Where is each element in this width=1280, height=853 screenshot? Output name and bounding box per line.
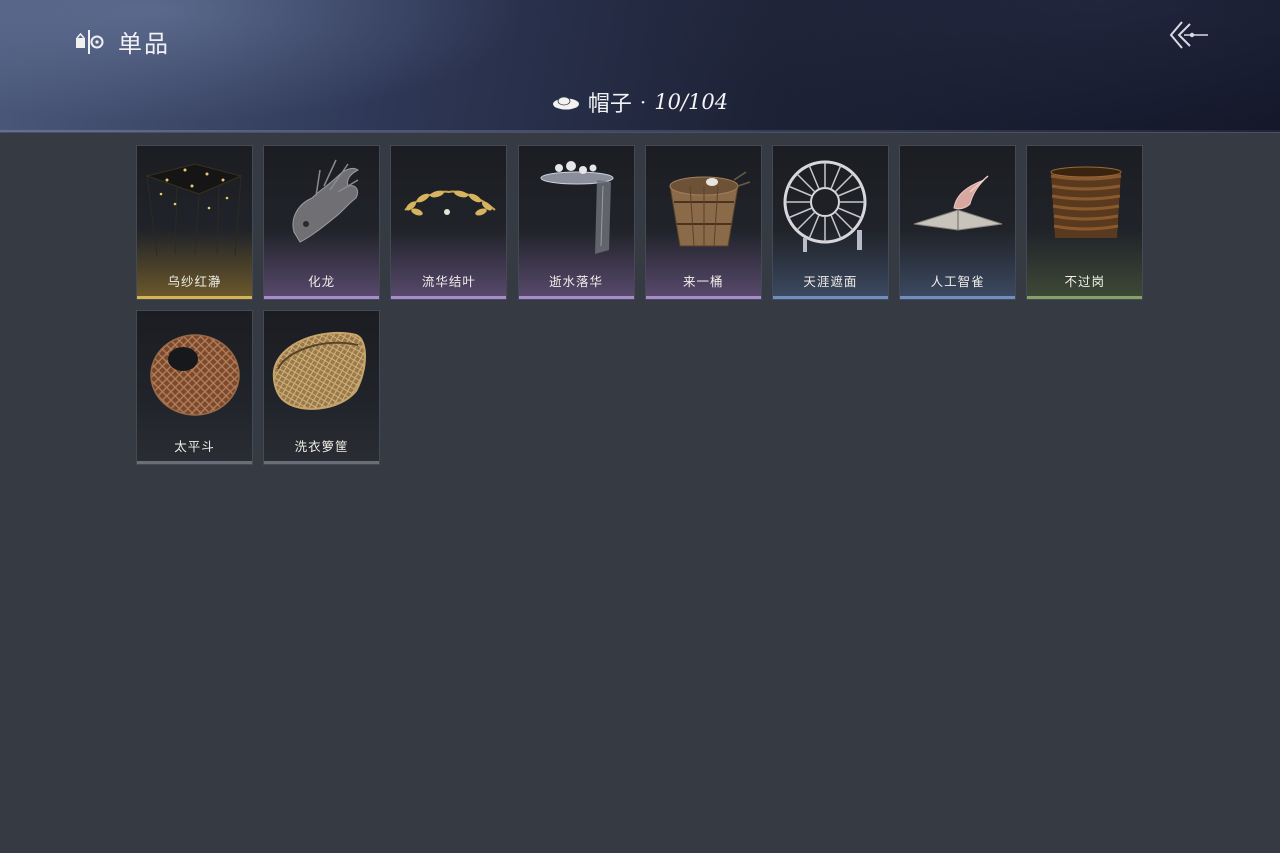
category-name: 帽子 <box>587 92 632 117</box>
item-card-lai-yitong[interactable]: 来一桶 <box>644 145 762 300</box>
category-heading: 帽子 · 10/104 <box>0 86 1280 118</box>
item-card-xiyi-luokuang[interactable]: 洗衣箩筐 <box>263 310 381 465</box>
item-card-taiping-dou[interactable]: 太平斗 <box>136 310 253 465</box>
item-label: 天涯遮面 <box>803 274 858 289</box>
woven-basket-hat-image <box>150 334 240 416</box>
item-label: 流华结叶 <box>421 274 476 289</box>
item-label: 乌纱红瀞 <box>167 274 222 289</box>
dragon-headpiece-image <box>292 159 360 243</box>
item-label: 洗衣箩筐 <box>294 439 349 454</box>
stacked-bowls-hat-image <box>1050 166 1122 238</box>
item-card-liuhua-jieye[interactable]: 流华结叶 <box>390 145 508 300</box>
item-card-wusha-hongjing[interactable]: 乌纱红瀞 <box>136 145 253 300</box>
category-count: 10/104 <box>654 90 729 114</box>
hat-icon <box>552 96 579 110</box>
black-gauze-hat-image <box>145 163 243 257</box>
item-grid: 乌纱红瀞 化龙 流华结叶 逝水落华 来一桶 天涯遮面 人工智雀 不过岗 太平斗 … <box>136 145 1144 465</box>
item-card-hualong[interactable]: 化龙 <box>263 145 381 300</box>
item-label: 化龙 <box>308 274 336 289</box>
category-separator: · <box>639 90 647 114</box>
item-card-buguo-gang[interactable]: 不过岗 <box>1026 145 1144 300</box>
wardrobe-icon <box>76 29 104 54</box>
laundry-basket-hat-image <box>272 331 367 410</box>
golden-leaf-crown-image <box>404 190 497 216</box>
item-card-rengong-zhique[interactable]: 人工智雀 <box>899 145 1017 300</box>
spoked-veil-hat-image <box>783 160 867 252</box>
page-title: 单品 <box>118 30 170 58</box>
back-arrow-icon[interactable] <box>1166 18 1212 52</box>
item-label: 人工智雀 <box>930 274 985 289</box>
flower-veil-hat-image <box>540 161 614 254</box>
item-label: 来一桶 <box>682 274 724 289</box>
wooden-bucket-hat-image <box>669 171 750 247</box>
bird-ornament-hat-image <box>913 175 1003 231</box>
item-label: 不过岗 <box>1064 274 1106 289</box>
item-card-tianya-zhemian[interactable]: 天涯遮面 <box>771 145 889 300</box>
top-header: 单品 帽子 · 10/104 <box>0 0 1280 133</box>
item-label: 逝水落华 <box>549 274 604 289</box>
item-label: 太平斗 <box>174 439 215 454</box>
title-area: 单品 <box>74 24 170 59</box>
item-card-shishui-luohua[interactable]: 逝水落华 <box>517 145 635 300</box>
